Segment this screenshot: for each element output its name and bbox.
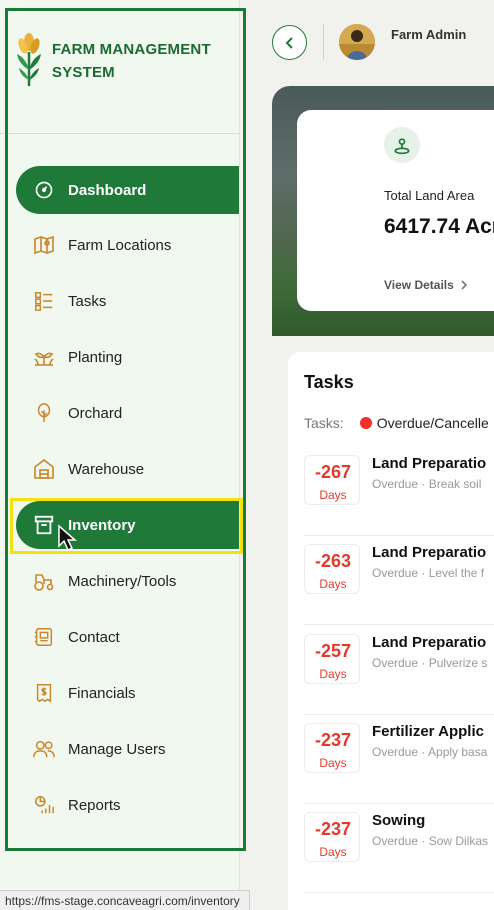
sidebar-item-label: Tasks <box>68 292 107 310</box>
map-location-icon <box>32 233 56 257</box>
farm-logo-icon <box>17 33 41 86</box>
sidebar-item-machinery-tools[interactable]: Machinery/Tools <box>16 557 239 605</box>
brand[interactable]: FARM MANAGEMENT SYSTEM <box>14 30 211 88</box>
task-status: Overdue · Pulverize s <box>372 656 488 670</box>
sidebar-item-contact[interactable]: Contact <box>16 613 239 661</box>
days-label: Days <box>319 577 347 591</box>
archive-box-icon <box>32 513 56 537</box>
sidebar-item-label: Contact <box>68 628 120 646</box>
task-row[interactable]: -267 Days Land Preparatio Overdue · Brea… <box>304 447 494 536</box>
sidebar-item-label: Warehouse <box>68 460 145 478</box>
sidebar-item-label: Orchard <box>68 404 123 422</box>
land-area-label: Total Land Area <box>384 188 475 203</box>
tasks-legend-label[interactable]: Overdue/Cancelle <box>377 415 489 431</box>
sidebar-item-farm-locations[interactable]: Farm Locations <box>16 221 239 269</box>
chevron-left-icon <box>285 36 293 49</box>
brand-title-line2: SYSTEM <box>52 64 115 81</box>
sidebar-item-label: Reports <box>68 796 121 814</box>
days-badge: -263 Days <box>304 544 360 594</box>
task-status: Overdue · Level the f <box>372 566 485 580</box>
task-status: Overdue · Break soil <box>372 477 482 491</box>
tasks-panel: Tasks Tasks: Overdue/Cancelle -267 Days … <box>288 352 494 910</box>
sidebar-item-inventory[interactable]: Inventory <box>16 501 239 549</box>
sidebar-item-orchard[interactable]: Orchard <box>16 389 239 437</box>
days-label: Days <box>319 756 347 770</box>
overdue-dot-icon <box>359 417 372 429</box>
land-location-icon <box>384 127 420 163</box>
task-row[interactable]: -237 Days Fertilizer Applic Overdue · Ap… <box>304 715 494 804</box>
reports-chart-icon <box>32 793 56 817</box>
tasks-legend-prefix: Tasks: <box>304 415 344 431</box>
sidebar-item-label: Manage Users <box>68 740 166 758</box>
warehouse-icon <box>32 457 56 481</box>
sidebar-item-tasks[interactable]: Tasks <box>16 277 239 325</box>
task-name: Land Preparatio <box>372 544 487 561</box>
land-area-value: 6417.74 Acr <box>384 215 494 238</box>
days-count: -257 <box>314 641 352 661</box>
sidebar-item-manage-users[interactable]: Manage Users <box>16 725 239 773</box>
task-list-icon <box>32 289 56 313</box>
users-icon <box>32 737 56 761</box>
days-label: Days <box>319 488 347 502</box>
task-name: Land Preparatio <box>372 455 487 472</box>
task-row[interactable]: -263 Days Land Preparatio Overdue · Leve… <box>304 536 494 625</box>
days-count: -237 <box>314 819 352 839</box>
avatar[interactable] <box>339 24 375 60</box>
task-name: Land Preparatio <box>372 634 487 651</box>
header-divider <box>323 24 324 60</box>
sidebar-item-financials[interactable]: Financials <box>16 669 239 717</box>
days-count: -263 <box>314 551 352 571</box>
user-name[interactable]: Farm Admin <box>391 27 466 42</box>
sidebar-item-reports[interactable]: Reports <box>16 781 239 829</box>
tractor-icon <box>32 569 56 593</box>
contact-card-icon <box>32 625 56 649</box>
brand-title: FARM MANAGEMENT SYSTEM <box>52 38 211 84</box>
tasks-title: Tasks <box>304 372 354 392</box>
sidebar-item-label: Financials <box>68 684 136 702</box>
back-button[interactable] <box>272 25 307 60</box>
sprout-icon <box>32 345 56 369</box>
brand-divider <box>0 133 240 134</box>
sidebar-item-label: Farm Locations <box>68 236 172 254</box>
land-area-card: Total Land Area 6417.74 Acr View Details <box>297 110 494 311</box>
chevron-right-icon <box>461 280 467 290</box>
sidebar-item-label: Planting <box>68 348 123 366</box>
sidebar-item-label: Inventory <box>68 516 136 534</box>
task-name: Sowing <box>372 812 426 829</box>
dashboard-gauge-icon <box>32 178 56 202</box>
days-label: Days <box>319 667 347 681</box>
sidebar-item-dashboard[interactable]: Dashboard <box>16 166 239 214</box>
task-name: Fertilizer Applic <box>372 723 484 740</box>
browser-status-url: https://fms-stage.concaveagri.com/invent… <box>0 890 250 910</box>
sidebar-item-label: Dashboard <box>68 181 147 199</box>
sidebar-item-warehouse[interactable]: Warehouse <box>16 445 239 493</box>
view-details-link[interactable]: View Details <box>384 278 468 292</box>
sidebar-item-planting[interactable]: Planting <box>16 333 239 381</box>
task-row[interactable]: -257 Days Land Preparatio Overdue · Pulv… <box>304 626 494 715</box>
brand-title-line1: FARM MANAGEMENT <box>52 41 211 58</box>
tree-icon <box>32 401 56 425</box>
days-label: Days <box>319 845 347 859</box>
task-row[interactable]: -237 Days Sowing Overdue · Sow Dilkas <box>304 804 494 893</box>
days-badge: -267 Days <box>304 455 360 505</box>
task-status: Overdue · Sow Dilkas <box>372 834 489 848</box>
view-details-label: View Details <box>384 278 454 292</box>
days-badge: -257 Days <box>304 634 360 684</box>
days-count: -237 <box>314 730 352 750</box>
days-count: -267 <box>314 462 352 482</box>
task-status: Overdue · Apply basa <box>372 745 488 759</box>
sidebar: FARM MANAGEMENT SYSTEM Dashboard Farm Lo… <box>0 0 246 910</box>
sidebar-item-label: Machinery/Tools <box>68 572 177 590</box>
days-badge: -237 Days <box>304 723 360 773</box>
dollar-document-icon <box>32 681 56 705</box>
days-badge: -237 Days <box>304 812 360 862</box>
tasks-legend: Tasks: Overdue/Cancelle <box>304 415 489 431</box>
